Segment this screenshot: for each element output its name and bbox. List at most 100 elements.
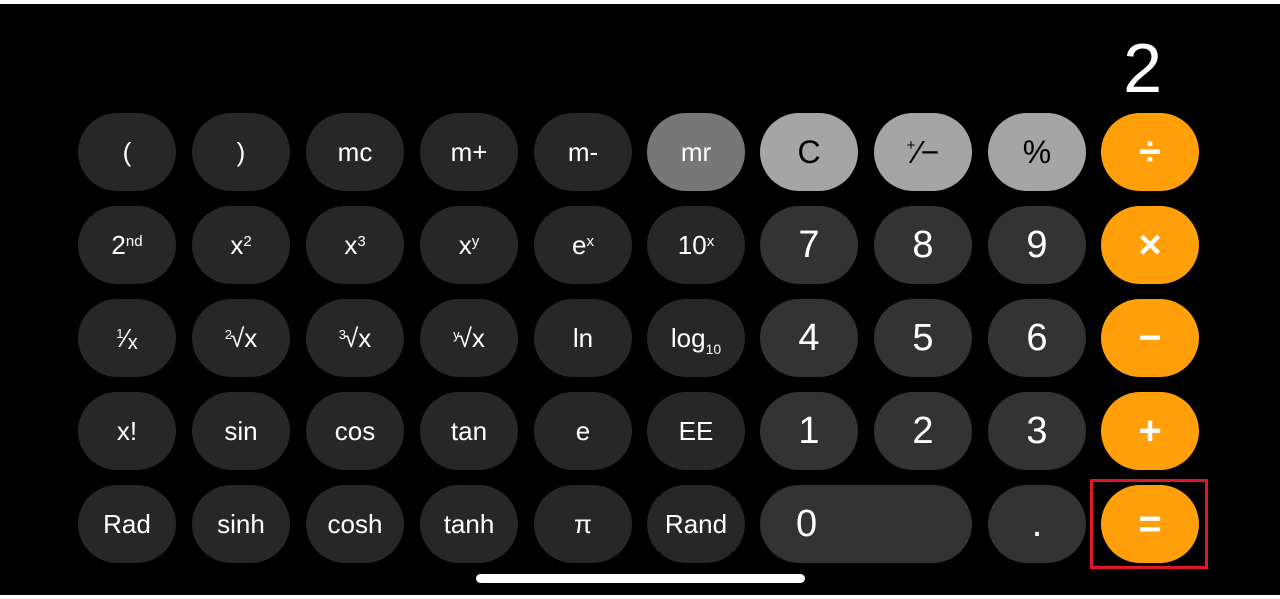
tanh-button[interactable]: tanh [420, 485, 518, 563]
x-power-y-sup: y [471, 232, 480, 250]
second-function-label: 2nd [111, 230, 142, 261]
tan-button[interactable]: tan [420, 392, 518, 470]
x-cubed-label: x3 [344, 230, 365, 261]
digit-9-button[interactable]: 9 [988, 206, 1086, 284]
tan-label: tan [450, 415, 488, 446]
plus-minus-top: + [906, 136, 916, 154]
square-root-index: 2 [224, 326, 232, 342]
digit-5-label: 5 [912, 316, 934, 359]
x-power-y-base: x [458, 229, 472, 260]
memory-clear-label: mc [337, 136, 373, 167]
log10-base: log [670, 322, 706, 353]
digit-1-button[interactable]: 1 [760, 392, 858, 470]
rad-button[interactable]: Rad [78, 485, 176, 563]
multiply-button[interactable]: × [1101, 206, 1199, 284]
square-root-label: 2√x [225, 323, 258, 354]
digit-0-button[interactable]: 0 [760, 485, 972, 563]
digit-6-button[interactable]: 6 [988, 299, 1086, 377]
square-root-body: √x [229, 322, 258, 353]
x-squared-button[interactable]: x2 [192, 206, 290, 284]
natural-log-button[interactable]: ln [534, 299, 632, 377]
cosh-button[interactable]: cosh [306, 485, 404, 563]
reciprocal-label: 1⁄x [116, 323, 138, 354]
cosh-label: cosh [327, 508, 383, 539]
digit-5-button[interactable]: 5 [874, 299, 972, 377]
pi-button[interactable]: π [534, 485, 632, 563]
plus-minus-button[interactable]: +∕− [874, 113, 972, 191]
second-base: 2 [111, 229, 126, 260]
y-root-button[interactable]: y√x [420, 299, 518, 377]
euler-button[interactable]: e [534, 392, 632, 470]
digit-3-button[interactable]: 3 [988, 392, 1086, 470]
memory-add-button[interactable]: m+ [420, 113, 518, 191]
x-cubed-sup: 3 [357, 232, 366, 250]
log10-button[interactable]: log10 [647, 299, 745, 377]
rand-button[interactable]: Rand [647, 485, 745, 563]
y-root-index: y [453, 326, 460, 342]
subtract-button[interactable]: − [1101, 299, 1199, 377]
cube-root-body: √x [343, 322, 372, 353]
e-power-x-base: e [572, 229, 587, 260]
memory-clear-button[interactable]: mc [306, 113, 404, 191]
reciprocal-numerator: 1 [116, 325, 124, 341]
natural-log-label: ln [572, 322, 594, 353]
x-power-y-button[interactable]: xy [420, 206, 518, 284]
ten-power-x-label: 10x [678, 230, 714, 261]
cos-button[interactable]: cos [306, 392, 404, 470]
clear-label: C [797, 133, 821, 170]
ten-power-x-button[interactable]: 10x [647, 206, 745, 284]
add-label: + [1138, 408, 1162, 453]
digit-4-button[interactable]: 4 [760, 299, 858, 377]
euler-label: e [575, 415, 591, 446]
sinh-button[interactable]: sinh [192, 485, 290, 563]
ten-power-x-base: 10 [677, 229, 707, 260]
digit-7-button[interactable]: 7 [760, 206, 858, 284]
tanh-label: tanh [443, 508, 495, 539]
second-sup: nd [125, 232, 143, 250]
x-squared-sup: 2 [243, 232, 252, 250]
square-root-button[interactable]: 2√x [192, 299, 290, 377]
memory-add-label: m+ [450, 136, 488, 167]
log10-sub: 10 [705, 340, 722, 357]
digit-6-label: 6 [1026, 316, 1048, 359]
home-indicator[interactable] [476, 574, 805, 583]
memory-recall-button[interactable]: mr [647, 113, 745, 191]
close-paren-button[interactable]: ) [192, 113, 290, 191]
x-squared-label: x2 [230, 230, 251, 261]
y-root-body: √x [457, 322, 485, 353]
second-function-button[interactable]: 2nd [78, 206, 176, 284]
percent-label: % [1022, 133, 1052, 170]
x-squared-base: x [230, 229, 244, 260]
e-power-x-sup: x [586, 232, 594, 250]
percent-button[interactable]: % [988, 113, 1086, 191]
divide-button[interactable]: ÷ [1101, 113, 1199, 191]
rad-label: Rad [103, 508, 151, 539]
digit-8-button[interactable]: 8 [874, 206, 972, 284]
factorial-button[interactable]: x! [78, 392, 176, 470]
factorial-label: x! [116, 415, 138, 446]
memory-subtract-button[interactable]: m- [534, 113, 632, 191]
cube-root-button[interactable]: 3√x [306, 299, 404, 377]
multiply-label: × [1138, 222, 1162, 267]
x-power-y-label: xy [459, 230, 480, 261]
divide-label: ÷ [1139, 129, 1161, 174]
rand-label: Rand [664, 508, 728, 539]
digit-7-label: 7 [798, 223, 820, 266]
digit-2-button[interactable]: 2 [874, 392, 972, 470]
clear-button[interactable]: C [760, 113, 858, 191]
e-power-x-button[interactable]: ex [534, 206, 632, 284]
sin-button[interactable]: sin [192, 392, 290, 470]
open-paren-button[interactable]: ( [78, 113, 176, 191]
pi-label: π [574, 508, 592, 539]
decimal-button[interactable]: . [988, 485, 1086, 563]
ee-label: EE [678, 415, 714, 446]
ee-button[interactable]: EE [647, 392, 745, 470]
memory-recall-label: mr [680, 136, 712, 167]
x-cubed-button[interactable]: x3 [306, 206, 404, 284]
reciprocal-denominator: x [127, 331, 138, 354]
equals-button[interactable]: = [1101, 485, 1199, 563]
add-button[interactable]: + [1101, 392, 1199, 470]
digit-8-label: 8 [912, 223, 934, 266]
reciprocal-button[interactable]: 1⁄x [78, 299, 176, 377]
y-root-label: y√x [453, 323, 485, 354]
